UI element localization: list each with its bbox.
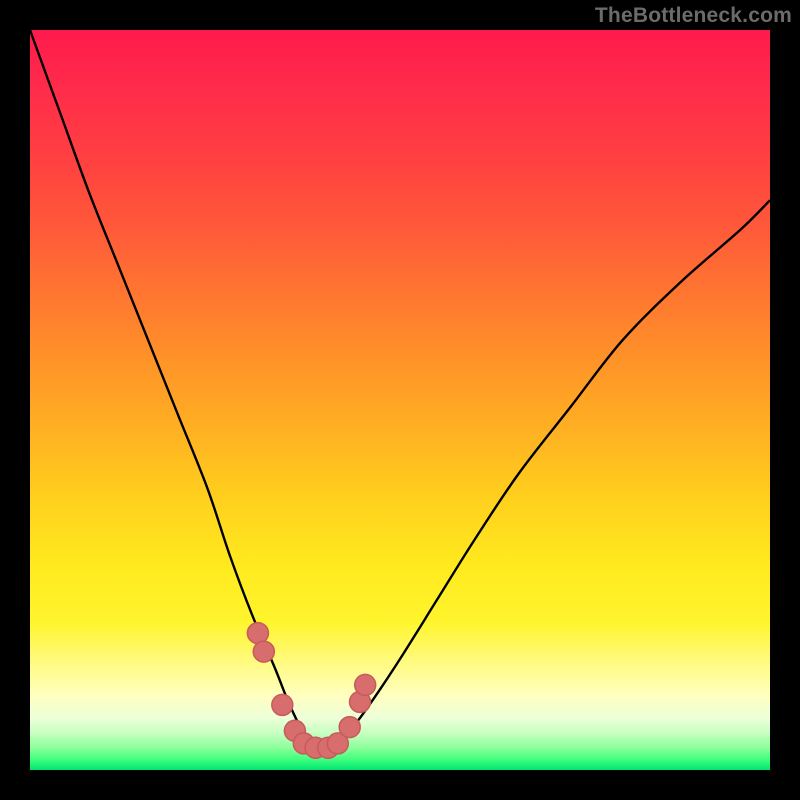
highlight-dot: [272, 694, 293, 715]
highlight-dot: [355, 674, 376, 695]
bottleneck-curve: [30, 30, 770, 750]
curve-layer: [30, 30, 770, 770]
highlight-dot: [339, 717, 360, 738]
outer-frame: TheBottleneck.com: [0, 0, 800, 800]
plot-area: [30, 30, 770, 770]
highlight-dot: [253, 641, 274, 662]
watermark-text: TheBottleneck.com: [595, 4, 792, 28]
highlight-dots-group: [247, 623, 375, 759]
